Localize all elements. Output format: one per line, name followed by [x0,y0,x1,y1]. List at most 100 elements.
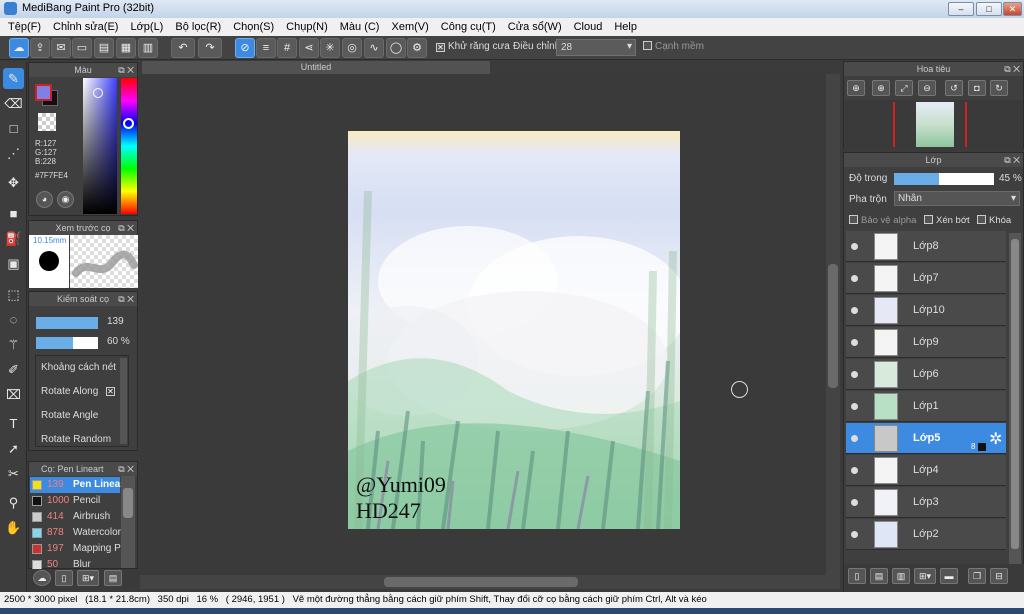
ellipse-snap-icon[interactable]: ◯ [386,38,406,58]
vertical-scroll-thumb[interactable] [828,264,838,388]
menu-view[interactable]: Xem(V) [385,21,434,33]
menu-file[interactable]: Tệp(F) [2,21,47,33]
new-halftone-layer-icon[interactable]: ▤ [870,568,888,584]
menu-snap[interactable]: Chụp(N) [280,21,334,33]
layer-row[interactable]: Lớp7 [846,263,1006,294]
menu-color[interactable]: Màu (C) [334,21,386,33]
comment-icon[interactable]: ✉ [51,38,71,58]
layer-opacity-slider[interactable] [894,173,994,185]
hue-slider[interactable] [121,78,137,214]
menu-layer[interactable]: Lớp(L) [124,21,169,33]
select-eraser-tool-icon[interactable]: ⌧ [3,384,24,405]
layer-row[interactable]: Lớp4 [846,455,1006,486]
dot-tool-icon[interactable]: ⋰ [3,143,24,164]
perspective-snap-icon[interactable]: ⋖ [299,38,319,58]
cloud-icon[interactable]: ☁ [9,38,29,58]
panel-close-icon[interactable]: ⧉ ✕ [118,63,134,77]
visibility-eye-icon[interactable] [851,435,858,442]
clipping-checkbox-icon[interactable] [924,215,933,224]
menu-filter[interactable]: Bộ lọc(R) [169,21,227,33]
brush-list-item[interactable]: 139 Pen Lineart [30,477,121,493]
radial-snap-icon[interactable]: ✳ [320,38,340,58]
visibility-eye-icon[interactable] [851,275,858,282]
page-icon[interactable]: ▤ [94,38,114,58]
eraser-tool-icon[interactable]: ⌫ [3,93,24,114]
layer-row[interactable]: Lớp9 [846,327,1006,358]
panel-layout-icon[interactable]: ▥ [138,38,158,58]
snap-settings-icon[interactable]: ⚙ [407,38,427,58]
cloud-brush-icon[interactable]: ☁ [33,570,51,586]
circle-snap-icon[interactable]: ◎ [342,38,362,58]
layer-row[interactable]: Lớp2 [846,519,1006,550]
new-layer-icon[interactable]: ▯ [848,568,866,584]
rectangle-tool-icon[interactable]: □ [3,118,24,139]
brush-list-item[interactable]: 1000 Pencil [30,493,120,509]
new-8bit-layer-icon[interactable]: ▥ [892,568,910,584]
artwork-canvas[interactable]: @Yumi09 HD247 [348,131,680,529]
sv-cursor[interactable] [93,88,103,98]
add-layer-menu-icon[interactable]: ⊞▾ [914,568,936,584]
menu-edit[interactable]: Chỉnh sửa(E) [47,21,124,33]
menu-help[interactable]: Help [608,21,643,33]
menu-tools[interactable]: Công cụ(T) [435,21,502,33]
protect-alpha-checkbox-icon[interactable] [849,215,858,224]
visibility-eye-icon[interactable] [851,499,858,506]
panel-close-icon[interactable]: ⧉ ✕ [118,221,134,235]
clipping-option[interactable]: Xén bớt [924,215,970,226]
brush-list-item[interactable]: 197 Mapping Pen [30,541,121,557]
curve-snap-icon[interactable]: ∿ [364,38,384,58]
palette-icon[interactable]: ◕ [36,191,53,208]
document-tab[interactable]: Untitled [142,61,490,74]
select-pen-tool-icon[interactable]: ✐ [3,359,24,380]
actual-size-icon[interactable]: ◘ [968,80,986,96]
brush-list-item[interactable]: 414 Airbrush [30,509,120,525]
layers-scrollbar[interactable] [1009,233,1021,573]
minimize-button[interactable]: – [948,2,974,16]
blend-mode-select[interactable]: Nhân ▾ [894,191,1020,206]
new-brush-icon[interactable]: ▯ [55,570,73,586]
magic-wand-tool-icon[interactable]: ⚚ [3,334,24,355]
panel-close-icon[interactable]: ⧉ ✕ [118,292,134,306]
bucket-tool-icon[interactable]: ⛽ [3,228,24,249]
add-brush-menu-icon[interactable]: ⊞▾ [77,570,99,586]
move-tool-icon[interactable]: ✥ [3,172,24,193]
fill-rect-tool-icon[interactable]: ■ [3,203,24,224]
lock-checkbox-icon[interactable] [977,215,986,224]
size-slider[interactable] [36,317,98,329]
horizontal-scroll-thumb[interactable] [384,577,578,587]
smooth-edge-option[interactable]: Cạnh mềm [643,41,704,52]
protect-alpha-option[interactable]: Bảo vệ alpha [849,215,916,226]
merge-layer-icon[interactable]: ⊟ [990,568,1008,584]
antialias-option[interactable]: ✕ Khử răng cưa [436,41,510,52]
foreground-color-swatch[interactable] [35,84,52,101]
brush-size-select[interactable]: 28 ▾ [556,39,636,56]
layer-row[interactable]: Lớp5 ✲ 8 [846,423,1006,454]
rotate-left-icon[interactable]: ↺ [945,80,963,96]
options-scrollbar[interactable] [120,358,127,444]
layer-row[interactable]: Lớp3 [846,487,1006,518]
zoom-in-icon[interactable]: ⊕ [847,80,865,96]
visibility-eye-icon[interactable] [851,531,858,538]
eyedropper-tool-icon[interactable]: ⚲ [3,492,24,513]
select-rect-tool-icon[interactable]: ⬚ [3,284,24,305]
fit-icon[interactable]: ⤢ [895,80,913,96]
rotate-along-option[interactable]: Rotate Along [41,386,98,397]
hue-cursor[interactable] [123,118,134,129]
operation-tool-icon[interactable]: ➚ [3,438,24,459]
brush-list-item[interactable]: 878 Watercolor [30,525,121,541]
brush-list-scrollbar[interactable] [121,476,135,568]
layer-row[interactable]: Lớp8 [846,231,1006,262]
panel-close-icon[interactable]: ⧉ ✕ [118,462,134,476]
opacity-slider[interactable] [36,337,98,349]
visibility-eye-icon[interactable] [851,307,858,314]
maximize-button[interactable]: □ [976,2,1002,16]
undo-icon[interactable]: ↶ [171,38,195,58]
spacing-option[interactable]: Khoảng cách nét [41,362,116,373]
text-tool-icon[interactable]: T [3,413,24,434]
gradient-tool-icon[interactable]: ▣ [3,253,24,274]
visibility-eye-icon[interactable] [851,339,858,346]
rotate-along-checkbox-icon[interactable]: ✕ [106,387,115,396]
antialias-checkbox-icon[interactable]: ✕ [436,43,445,52]
visibility-eye-icon[interactable] [851,403,858,410]
close-button[interactable]: ✕ [1003,2,1022,16]
